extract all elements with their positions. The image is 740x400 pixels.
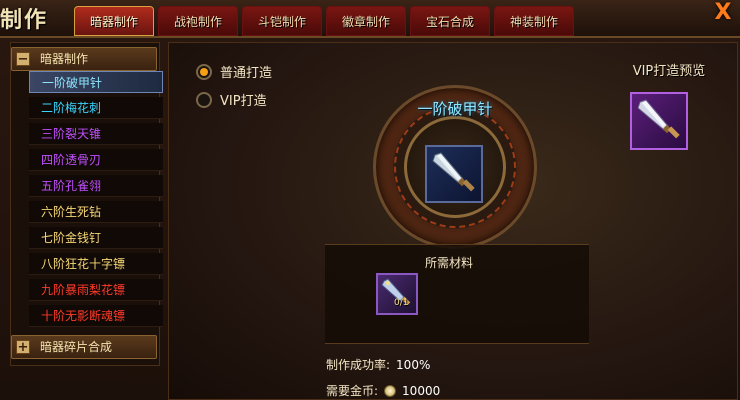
- category-label: 暗器制作: [40, 52, 89, 66]
- recipe-label: 一阶破甲针: [42, 76, 103, 90]
- vip-preview-label: VIP打造预览: [632, 64, 706, 79]
- recipe-item-10[interactable]: 十阶无影断魂镖: [29, 305, 163, 327]
- material-slot[interactable]: [376, 273, 418, 315]
- recipe-label: 八阶狂花十字镖: [41, 257, 126, 271]
- category-fragment-synthesis[interactable]: + 暗器碎片合成: [11, 335, 157, 359]
- recipe-label: 九阶暴雨梨花镖: [41, 283, 126, 297]
- tab-robe[interactable]: 战袍制作: [158, 6, 238, 36]
- mode-normal-label: 普通打造: [220, 66, 273, 81]
- selected-item-name: 一阶破甲针: [417, 100, 493, 118]
- expand-icon[interactable]: +: [16, 340, 30, 354]
- tab-divine-gear[interactable]: 神装制作: [494, 6, 574, 36]
- tab-hidden-weapon[interactable]: 暗器制作: [74, 6, 154, 36]
- mode-vip-label: VIP打造: [220, 94, 267, 109]
- material-count: 0/1: [394, 298, 409, 308]
- recipe-label: 四阶透骨刃: [41, 153, 102, 167]
- recipe-label: 五阶孔雀翎: [41, 179, 102, 193]
- gold-value: 10000: [402, 383, 441, 398]
- mode-vip-option[interactable]: VIP打造: [196, 90, 267, 109]
- recipe-label: 二阶梅花刺: [41, 101, 102, 115]
- recipe-item-9[interactable]: 九阶暴雨梨花镖: [29, 279, 163, 301]
- window-title: 制作: [0, 8, 49, 33]
- recipe-item-7[interactable]: 七阶金钱钉: [29, 227, 163, 249]
- crafting-window: 制作 X 暗器制作 战袍制作 斗铠制作 徽章制作 宝石合成 神装制作 − 暗器制…: [0, 0, 740, 400]
- radio-normal[interactable]: [196, 63, 212, 80]
- recipe-sidebar: − 暗器制作 一阶破甲针 二阶梅花刺 三阶裂天锥 四阶透骨刃 五阶孔雀翎 六阶生…: [10, 42, 163, 366]
- radio-vip[interactable]: [196, 91, 212, 108]
- dagger-icon: [637, 99, 680, 139]
- tab-gem[interactable]: 宝石合成: [410, 6, 490, 36]
- gold-label: 需要金币:: [326, 384, 379, 398]
- recipe-item-3[interactable]: 三阶裂天锥: [29, 123, 163, 145]
- close-button[interactable]: X: [710, 2, 736, 26]
- result-item-slot[interactable]: [425, 145, 483, 203]
- dagger-icon: [432, 152, 475, 192]
- tab-bar: 暗器制作 战袍制作 斗铠制作 徽章制作 宝石合成 神装制作: [74, 6, 574, 38]
- recipe-label: 七阶金钱钉: [41, 231, 102, 245]
- collapse-icon[interactable]: −: [16, 52, 30, 66]
- recipe-item-6[interactable]: 六阶生死钻: [29, 201, 163, 223]
- recipe-item-1[interactable]: 一阶破甲针: [29, 71, 163, 93]
- recipe-item-8[interactable]: 八阶狂花十字镖: [29, 253, 163, 275]
- vip-preview-slot[interactable]: [630, 92, 688, 150]
- materials-label: 所需材料: [425, 256, 474, 270]
- recipe-label: 六阶生死钻: [41, 205, 102, 219]
- recipe-item-4[interactable]: 四阶透骨刃: [29, 149, 163, 171]
- tab-badge[interactable]: 徽章制作: [326, 6, 406, 36]
- category-label: 暗器碎片合成: [40, 340, 113, 354]
- silver-coin-icon: [384, 384, 397, 397]
- recipe-item-5[interactable]: 五阶孔雀翎: [29, 175, 163, 197]
- recipe-item-2[interactable]: 二阶梅花刺: [29, 97, 163, 119]
- tab-armor[interactable]: 斗铠制作: [242, 6, 322, 36]
- success-rate-label: 制作成功率:: [326, 358, 391, 372]
- recipe-label: 三阶裂天锥: [41, 127, 102, 141]
- mode-normal-option[interactable]: 普通打造: [196, 62, 272, 81]
- success-rate-value: 100%: [396, 357, 431, 372]
- gold-cost-row: 需要金币: 10000: [326, 382, 440, 399]
- recipe-label: 十阶无影断魂镖: [41, 309, 126, 323]
- success-rate-row: 制作成功率: 100%: [326, 356, 430, 373]
- category-hidden-weapon[interactable]: − 暗器制作: [11, 47, 157, 71]
